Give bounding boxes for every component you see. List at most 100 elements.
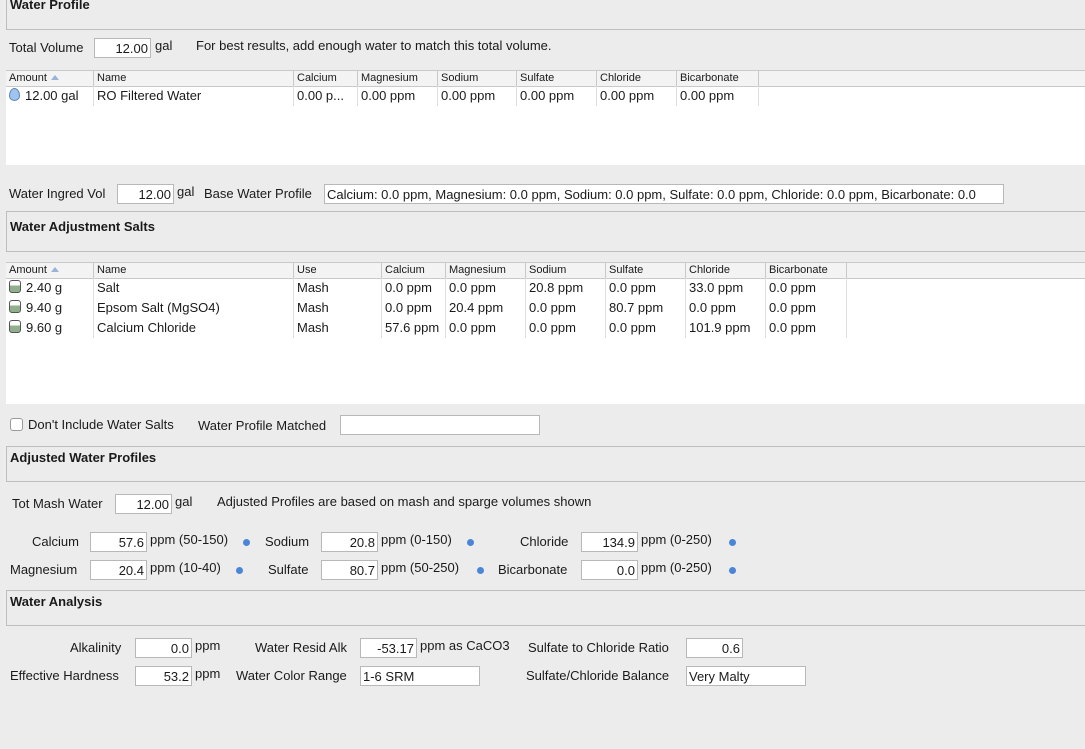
sulfate-cell: 80.7 ppm <box>606 298 686 318</box>
bicarbonate-range: ppm (0-250) <box>641 560 712 575</box>
sort-ascending-icon <box>50 75 59 80</box>
col-bicarbonate[interactable]: Bicarbonate <box>766 263 847 278</box>
col-chloride[interactable]: Chloride <box>597 71 677 86</box>
name-cell: Epsom Salt (MgSO4) <box>94 298 294 318</box>
water-analysis-section: Water Analysis <box>6 590 1085 626</box>
chloride-range: ppm (0-250) <box>641 532 712 547</box>
sulfate-chloride-ratio-value[interactable]: 0.6 <box>686 638 743 658</box>
water-color-range-label: Water Color Range <box>236 668 347 683</box>
col-amount[interactable]: Amount <box>6 263 94 278</box>
salt-shaker-icon <box>9 320 21 333</box>
magnesium-cell: 0.0 ppm <box>446 278 526 298</box>
magnesium-range: ppm (10-40) <box>150 560 221 575</box>
sulfate-cell: 0.0 ppm <box>606 318 686 338</box>
total-volume-hint: For best results, add enough water to ma… <box>196 38 552 53</box>
tot-mash-water-label: Tot Mash Water <box>12 496 103 511</box>
dont-include-water-salts-label[interactable]: Don't Include Water Salts <box>28 417 174 432</box>
salt-shaker-icon <box>9 280 21 293</box>
water-profile-title: Water Profile <box>10 0 90 12</box>
chloride-cell: 0.00 ppm <box>597 86 677 106</box>
col-magnesium[interactable]: Magnesium <box>446 263 526 278</box>
magnesium-value[interactable]: 20.4 <box>90 560 147 580</box>
calcium-value[interactable]: 57.6 <box>90 532 147 552</box>
calcium-cell: 0.00 p... <box>294 86 358 106</box>
salts-table: Amount Name Use Calcium Magnesium Sodium… <box>6 262 1085 404</box>
water-adjustment-salts-title: Water Adjustment Salts <box>10 219 155 234</box>
dont-include-water-salts-checkbox[interactable] <box>10 418 23 431</box>
water-profile-matched-field[interactable] <box>340 415 540 435</box>
magnesium-cell: 0.00 ppm <box>358 86 438 106</box>
amount-cell: 9.60 g <box>6 318 94 338</box>
tot-mash-water-input[interactable]: 12.00 <box>115 494 172 514</box>
use-cell: Mash <box>294 318 382 338</box>
sodium-cell: 20.8 ppm <box>526 278 606 298</box>
base-water-profile-label: Base Water Profile <box>204 186 312 201</box>
water-table-header: Amount Name Calcium Magnesium Sodium Sul… <box>6 70 1085 87</box>
col-sodium[interactable]: Sodium <box>526 263 606 278</box>
chloride-cell: 33.0 ppm <box>686 278 766 298</box>
water-profile-section: Water Profile <box>6 0 1085 30</box>
col-bicarbonate[interactable]: Bicarbonate <box>677 71 759 86</box>
total-volume-label: Total Volume <box>9 40 84 55</box>
col-chloride[interactable]: Chloride <box>686 263 766 278</box>
effective-hardness-label: Effective Hardness <box>10 668 119 683</box>
total-volume-input[interactable]: 12.00 <box>94 38 151 58</box>
amount-cell: 2.40 g <box>6 278 94 298</box>
alkalinity-unit: ppm <box>195 638 221 653</box>
water-resid-alk-label: Water Resid Alk <box>255 640 347 655</box>
water-ingred-vol-unit: gal <box>177 184 195 199</box>
sulfate-value[interactable]: 80.7 <box>321 560 378 580</box>
water-profile-matched-label: Water Profile Matched <box>198 418 327 433</box>
col-amount[interactable]: Amount <box>6 71 94 86</box>
total-volume-unit: gal <box>155 38 173 53</box>
effective-hardness-unit: ppm <box>195 666 221 681</box>
sort-ascending-icon <box>50 267 59 272</box>
calcium-status-dot <box>243 539 250 546</box>
bicarbonate-value[interactable]: 0.0 <box>581 560 638 580</box>
col-sulfate[interactable]: Sulfate <box>517 71 597 86</box>
water-ingred-vol-input[interactable]: 12.00 <box>117 184 174 204</box>
name-cell: RO Filtered Water <box>94 86 294 106</box>
use-cell: Mash <box>294 278 382 298</box>
effective-hardness-value[interactable]: 53.2 <box>135 666 192 686</box>
col-sodium[interactable]: Sodium <box>438 71 517 86</box>
sulfate-label: Sulfate <box>268 562 309 577</box>
sulfate-status-dot <box>477 567 484 574</box>
col-use[interactable]: Use <box>294 263 382 278</box>
sodium-cell: 0.0 ppm <box>526 318 606 338</box>
amount-cell: 9.40 g <box>6 298 94 318</box>
bicarbonate-cell: 0.00 ppm <box>677 86 759 106</box>
col-calcium[interactable]: Calcium <box>382 263 446 278</box>
col-magnesium[interactable]: Magnesium <box>358 71 438 86</box>
sulfate-chloride-balance-label: Sulfate/Chloride Balance <box>526 668 670 683</box>
sodium-cell: 0.00 ppm <box>438 86 517 106</box>
chloride-status-dot <box>729 539 736 546</box>
sulfate-cell: 0.00 ppm <box>517 86 597 106</box>
col-sulfate[interactable]: Sulfate <box>606 263 686 278</box>
calcium-cell: 57.6 ppm <box>382 318 446 338</box>
water-resid-alk-value[interactable]: -53.17 <box>360 638 417 658</box>
water-ingred-vol-label: Water Ingred Vol <box>9 186 106 201</box>
sodium-cell: 0.0 ppm <box>526 298 606 318</box>
magnesium-cell: 20.4 ppm <box>446 298 526 318</box>
sulfate-chloride-balance-value[interactable]: Very Malty <box>686 666 806 686</box>
calcium-cell: 0.0 ppm <box>382 298 446 318</box>
calcium-label: Calcium <box>32 534 79 549</box>
salts-table-header: Amount Name Use Calcium Magnesium Sodium… <box>6 262 1085 279</box>
chloride-cell: 101.9 ppm <box>686 318 766 338</box>
col-name[interactable]: Name <box>94 71 294 86</box>
name-cell: Calcium Chloride <box>94 318 294 338</box>
col-calcium[interactable]: Calcium <box>294 71 358 86</box>
sodium-value[interactable]: 20.8 <box>321 532 378 552</box>
chloride-value[interactable]: 134.9 <box>581 532 638 552</box>
water-color-range-value[interactable]: 1-6 SRM <box>360 666 480 686</box>
base-water-profile-field[interactable]: Calcium: 0.0 ppm, Magnesium: 0.0 ppm, So… <box>324 184 1004 204</box>
calcium-range: ppm (50-150) <box>150 532 229 547</box>
col-name[interactable]: Name <box>94 263 294 278</box>
water-table: Amount Name Calcium Magnesium Sodium Sul… <box>6 70 1085 165</box>
adjusted-water-profiles-title: Adjusted Water Profiles <box>10 450 157 465</box>
magnesium-cell: 0.0 ppm <box>446 318 526 338</box>
sulfate-range: ppm (50-250) <box>381 560 460 575</box>
alkalinity-label: Alkalinity <box>70 640 122 655</box>
alkalinity-value[interactable]: 0.0 <box>135 638 192 658</box>
